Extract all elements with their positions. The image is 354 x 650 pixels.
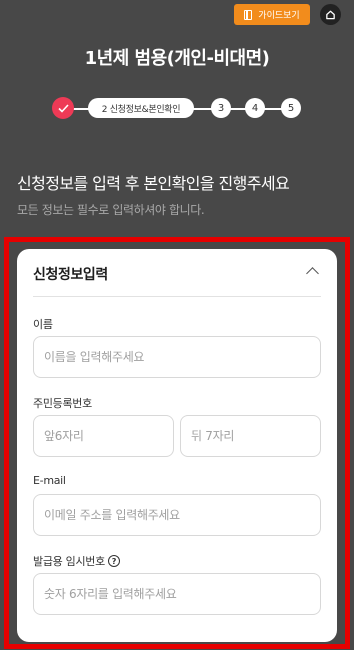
home-button[interactable] bbox=[320, 4, 341, 25]
instruction-subline: 모든 정보는 필수로 입력하셔야 합니다. bbox=[17, 203, 205, 217]
email-input[interactable] bbox=[33, 494, 321, 536]
chevron-up-icon[interactable] bbox=[306, 267, 319, 280]
step-completed bbox=[52, 97, 74, 119]
rrn-back-input[interactable] bbox=[180, 415, 321, 457]
temp-number-input[interactable] bbox=[33, 573, 321, 615]
name-input[interactable] bbox=[33, 336, 321, 378]
book-icon bbox=[244, 9, 253, 20]
temp-number-label-row: 발급용 임시번호 ? bbox=[33, 553, 120, 569]
email-label: E-mail bbox=[33, 474, 66, 487]
check-icon bbox=[57, 103, 69, 113]
step-5: 5 bbox=[281, 98, 301, 118]
step-current: 2 신청정보&본인확인 bbox=[88, 98, 194, 118]
temp-number-label: 발급용 임시번호 bbox=[33, 555, 105, 568]
form-section-header[interactable]: 신청정보입력 bbox=[33, 249, 321, 297]
progress-stepper: 2 신청정보&본인확인 3 4 5 bbox=[0, 97, 354, 121]
guide-button-label: 가이드보기 bbox=[258, 11, 300, 21]
page-title: 1년제 범용(개인-비대면) bbox=[84, 48, 270, 69]
rrn-front-input[interactable] bbox=[33, 415, 174, 457]
instruction-headline: 신청정보를 입력 후 본인확인을 진행주세요 bbox=[17, 174, 290, 193]
application-form-card: 신청정보입력 이름 주민등록번호 E-mail 발급용 임시번호 ? bbox=[17, 249, 337, 642]
form-section-title: 신청정보입력 bbox=[33, 267, 108, 283]
guide-button[interactable]: 가이드보기 bbox=[234, 4, 310, 25]
step-3: 3 bbox=[211, 98, 231, 118]
step-4: 4 bbox=[245, 98, 265, 118]
rrn-label: 주민등록번호 bbox=[33, 397, 92, 410]
name-label: 이름 bbox=[33, 318, 53, 331]
step-connector bbox=[190, 108, 294, 110]
help-icon[interactable]: ? bbox=[107, 555, 120, 567]
home-icon bbox=[326, 10, 335, 20]
